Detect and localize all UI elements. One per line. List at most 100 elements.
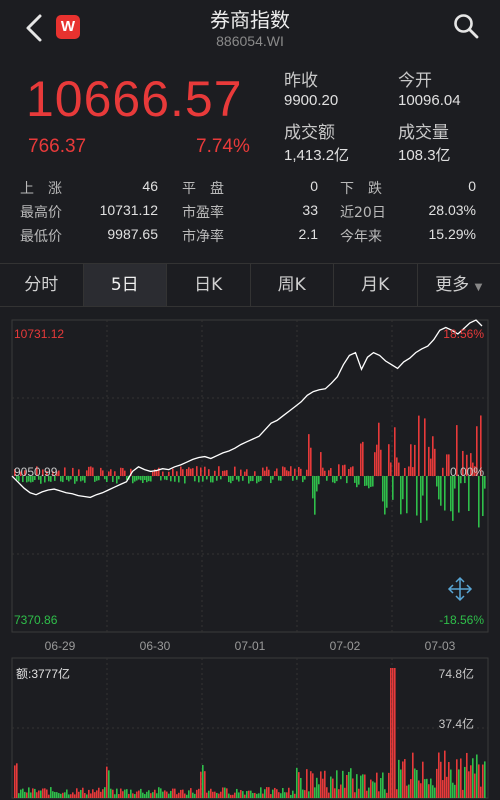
volume-bar: [38, 790, 40, 798]
pct-max-label: 18.56%: [443, 327, 484, 341]
sell-bar: [452, 476, 454, 521]
buy-bar: [180, 466, 182, 476]
volume-bar: [404, 759, 406, 798]
buy-bar: [162, 471, 164, 476]
volume-bar: [164, 790, 166, 798]
volume-bar: [428, 784, 430, 798]
sell-bar: [228, 476, 230, 483]
stat-value: 15.29%: [428, 226, 476, 242]
buy-bar: [446, 454, 448, 476]
sell-bar: [194, 476, 196, 482]
volume-bar: [288, 787, 290, 798]
y-mid-label: 9050.99: [14, 465, 58, 479]
five-day-chart[interactable]: 10731.12 9050.99 7370.86 18.56% 0.00% -1…: [0, 312, 500, 800]
volume-bar: [316, 777, 318, 798]
volume-bar: [460, 758, 462, 798]
volume-bar: [262, 793, 264, 798]
volume-bar: [448, 762, 450, 798]
sell-bar: [270, 476, 272, 484]
buy-bar: [338, 464, 340, 476]
turnover-total-label: 额:3777亿: [16, 666, 70, 681]
volume-bar: [154, 789, 156, 798]
volume-bar: [462, 789, 464, 798]
pct-min-label: -18.56%: [439, 613, 484, 627]
volume-bar: [296, 767, 298, 798]
sell-bar: [94, 476, 96, 482]
sell-bar: [406, 476, 408, 514]
sell-bar: [280, 476, 282, 481]
volume-bar: [332, 778, 334, 798]
volume-bar: [34, 788, 36, 798]
volume-bar: [326, 787, 328, 798]
stat-label: 市净率: [182, 229, 224, 245]
tab-weekly-k[interactable]: 周K: [251, 264, 334, 306]
tab-more-label: 更多: [435, 275, 470, 295]
sell-bar: [104, 476, 106, 480]
volume-bar: [248, 790, 250, 798]
volume-bar: [148, 790, 150, 798]
volume-bar: [284, 792, 286, 798]
buy-bar: [72, 467, 74, 476]
sell-bar: [444, 476, 446, 511]
volume-bar: [304, 790, 306, 798]
volume-bar: [136, 791, 138, 798]
sell-bar: [316, 476, 318, 492]
tab-more[interactable]: 更多 ▼: [418, 264, 500, 306]
tab-monthly-k[interactable]: 月K: [334, 264, 418, 306]
sell-bar: [144, 476, 146, 480]
volume-bar: [346, 774, 348, 798]
sell-bar: [346, 476, 348, 484]
volume-bar: [104, 787, 106, 798]
sell-bar: [80, 476, 82, 482]
sell-bar: [76, 476, 78, 482]
volume-bar: [368, 787, 370, 798]
volume-bar: [88, 789, 90, 798]
volume-bar: [442, 780, 444, 798]
volume-bar: [152, 792, 154, 798]
tab-daily-k[interactable]: 日K: [167, 264, 251, 306]
tab-intraday[interactable]: 分时: [0, 264, 84, 306]
sell-bar: [174, 476, 176, 482]
buy-bar: [320, 452, 322, 476]
buy-bar: [418, 415, 420, 476]
sell-bar: [248, 476, 250, 484]
volume-bar: [56, 792, 58, 798]
buy-bar: [234, 466, 236, 476]
volume-bar: [186, 794, 188, 798]
volume-histogram: [14, 668, 486, 798]
buy-bar: [192, 468, 194, 476]
sell-bar: [296, 476, 298, 480]
caret-down-icon: ▼: [474, 282, 483, 293]
volume-bar: [450, 769, 452, 798]
sell-bar: [292, 476, 294, 481]
sell-bar: [210, 476, 212, 483]
buy-bar: [64, 467, 66, 476]
sell-bar: [278, 476, 280, 481]
volume-bar: [242, 791, 244, 798]
volume-bar: [328, 792, 330, 798]
sell-bar: [60, 476, 62, 482]
volume-bar: [256, 793, 258, 798]
buy-bar: [360, 443, 362, 476]
tab-5day[interactable]: 5日: [83, 264, 167, 306]
volume-bar: [410, 779, 412, 798]
volume-bar: [388, 772, 390, 798]
volume-bar: [140, 788, 142, 798]
buy-bar: [404, 467, 406, 476]
sell-bar: [422, 476, 424, 496]
volume-bar: [176, 794, 178, 798]
quote-panel: 10666.57 766.37 7.74% 昨收 9900.20 今开 1009…: [0, 58, 500, 258]
expand-icon[interactable]: [447, 576, 473, 602]
search-icon[interactable]: [452, 12, 480, 40]
volume-bar: [342, 770, 344, 798]
volume-bar: [392, 668, 394, 798]
buy-bar: [412, 467, 414, 476]
sell-bar: [272, 476, 274, 480]
buy-bar: [328, 470, 330, 476]
sell-bar: [232, 476, 234, 481]
volume-bar: [134, 794, 136, 798]
volume-bar: [138, 790, 140, 798]
volume-bar: [402, 761, 404, 798]
pct-mid-label: 0.00%: [450, 465, 484, 479]
sell-bar: [450, 476, 452, 512]
